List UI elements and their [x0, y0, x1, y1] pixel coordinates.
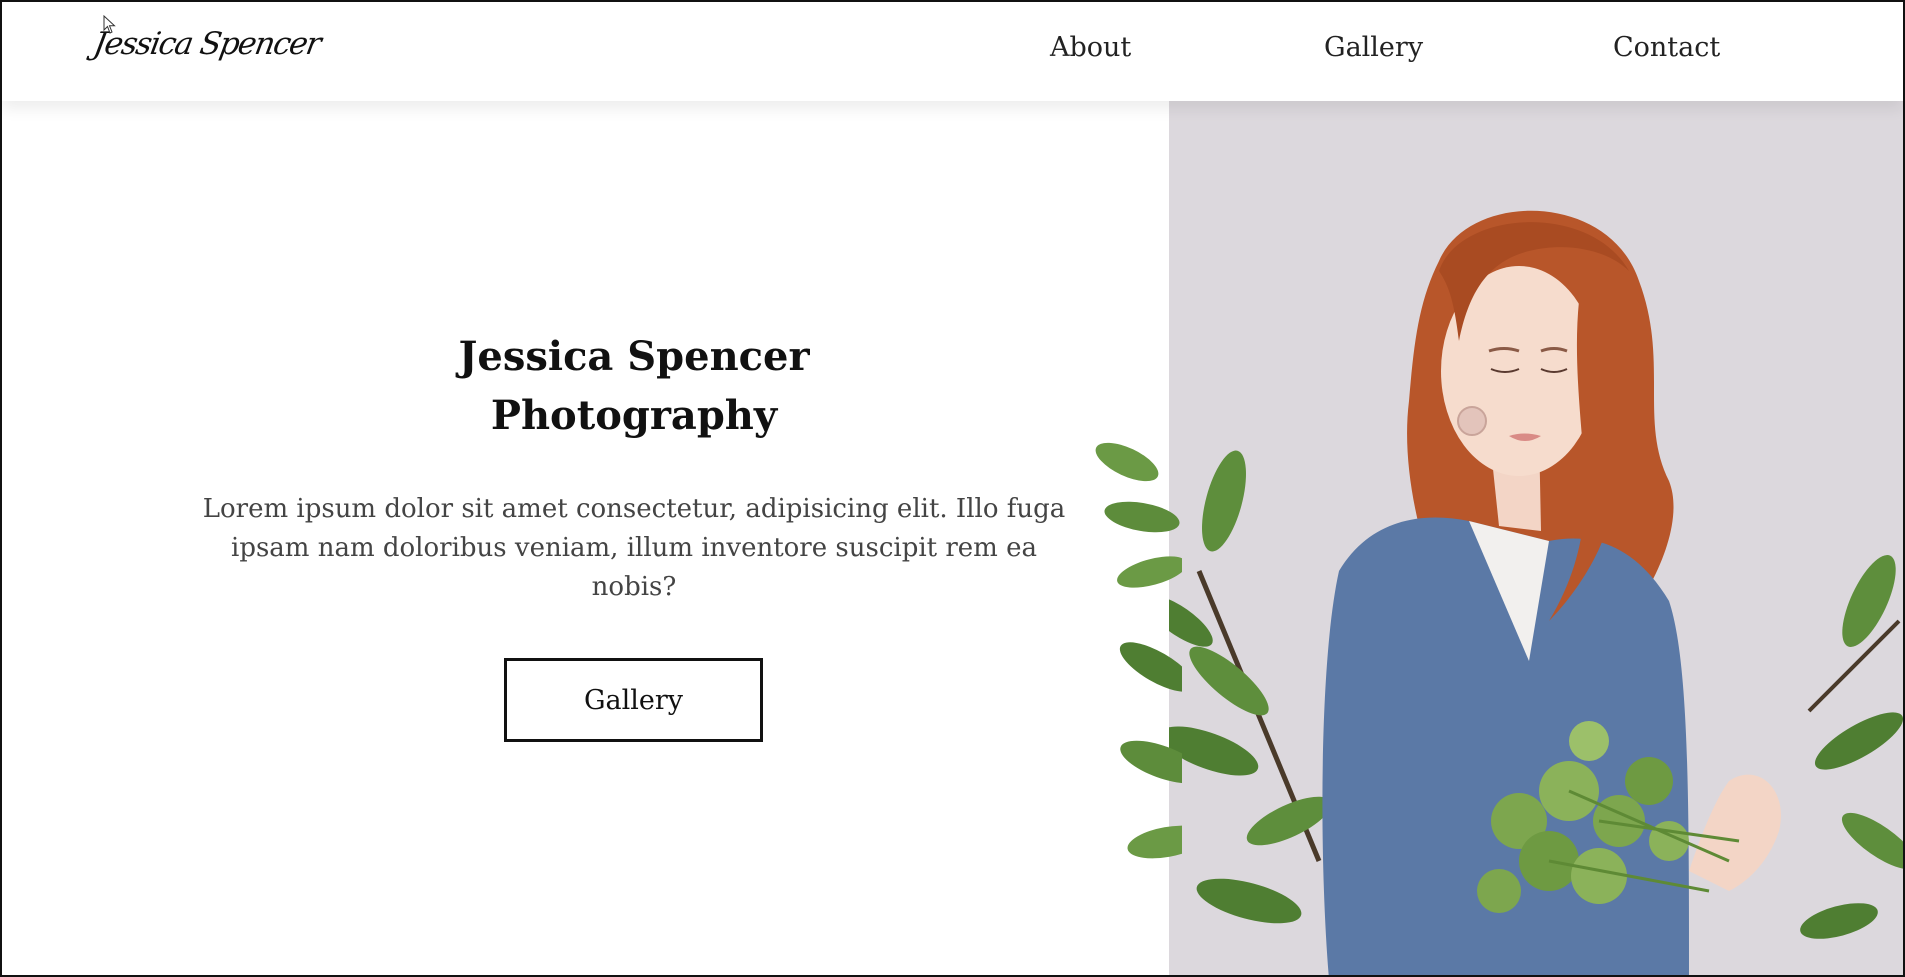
hero-section: Jessica Spencer Photography Lorem ipsum … — [2, 101, 1169, 975]
site-logo[interactable]: Jessica Spencer — [91, 26, 323, 62]
nav-link-gallery[interactable]: Gallery — [1324, 32, 1423, 63]
site-header: Jessica Spencer About Gallery Contact — [2, 2, 1903, 101]
hero-photo — [1169, 101, 1903, 975]
nav-link-contact[interactable]: Contact — [1613, 32, 1720, 63]
hero-title-line-2: Photography — [490, 392, 778, 439]
nav-link-about[interactable]: About — [1050, 32, 1131, 63]
page-frame: Jessica Spencer About Gallery Contact Je… — [0, 0, 1905, 977]
hero-title: Jessica Spencer Photography — [334, 327, 934, 445]
mouse-cursor-icon — [103, 15, 116, 34]
gallery-button[interactable]: Gallery — [504, 658, 763, 742]
hero-title-line-1: Jessica Spencer — [458, 333, 810, 380]
leaf-decoration — [1095, 442, 1182, 859]
portrait-illustration — [1169, 101, 1903, 975]
hero-description: Lorem ipsum dolor sit amet consectetur, … — [202, 494, 1066, 602]
